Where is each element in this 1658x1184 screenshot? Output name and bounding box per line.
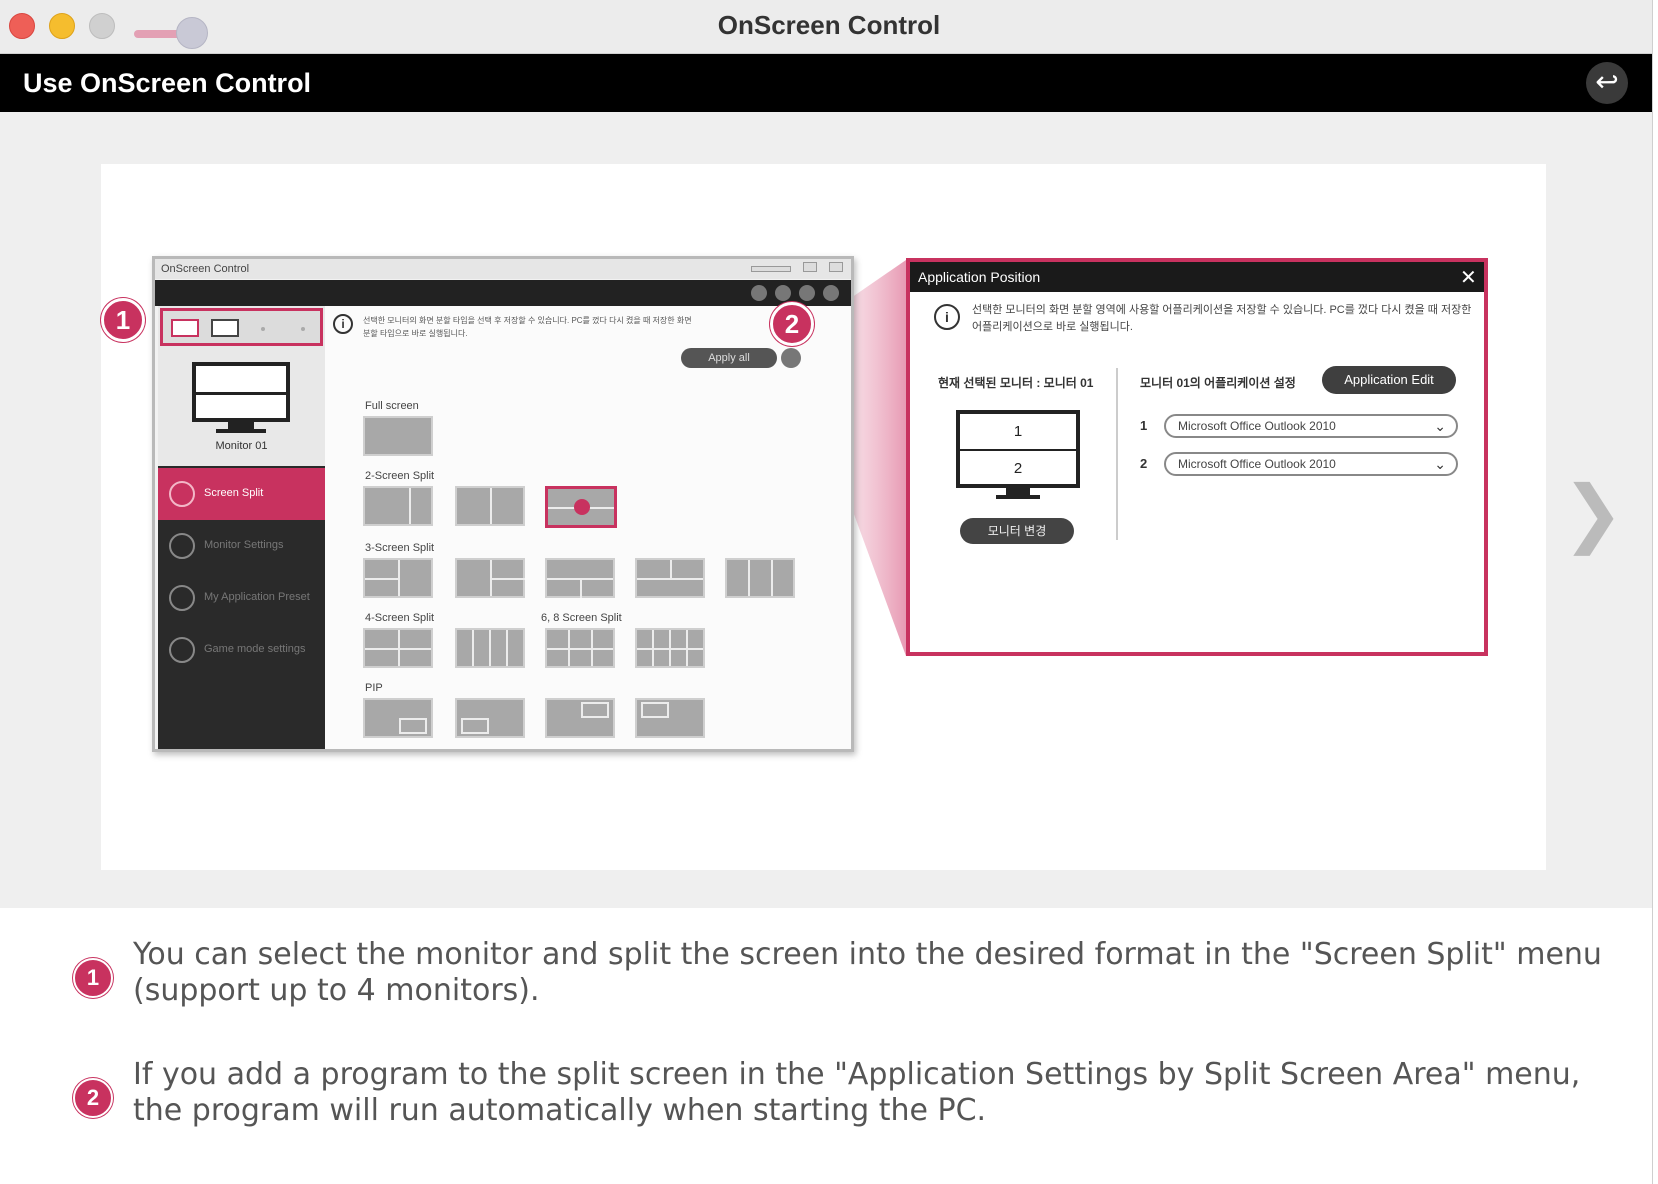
mini-app-window: OnScreen Control Monitor 01 Screen Split… [152, 256, 854, 752]
description-text-2: If you add a program to the split screen… [133, 1057, 1581, 1128]
menu-game-mode-settings: Game mode settings [158, 624, 325, 676]
monitor-2-icon [211, 319, 239, 337]
gamepad-icon [169, 637, 195, 663]
layout-tile [363, 558, 433, 598]
mini-gear-icon [823, 285, 839, 301]
mini-slider [751, 266, 791, 272]
mini-sidebar: Monitor 01 Screen Split Monitor Settings… [158, 306, 325, 749]
description-badge-2: 2 [73, 1078, 113, 1118]
app-select-2: Microsoft Office Outlook 2010 ⌄ [1164, 452, 1458, 476]
app-select-1: Microsoft Office Outlook 2010 ⌄ [1164, 414, 1458, 438]
monitor-1-icon [171, 319, 199, 337]
change-monitor-button: 모니터 변경 [960, 518, 1074, 544]
chevron-down-icon: ⌄ [1434, 456, 1446, 472]
mini-info-text: 선택한 모니터의 화면 분할 타입을 선택 후 저장할 수 있습니다. PC를 … [363, 316, 692, 338]
mini-titlebar: OnScreen Control [155, 259, 851, 279]
monitor-split-line [196, 392, 286, 395]
callout-badge-2: 2 [770, 302, 814, 346]
window-edge [1652, 0, 1658, 1184]
section-4-screen: 4-Screen Split [365, 612, 435, 624]
section-full-screen: Full screen [365, 400, 419, 412]
next-page-button[interactable]: ❯ [1562, 470, 1624, 556]
menu-monitor-settings: Monitor Settings [158, 520, 325, 572]
layout-tile [635, 698, 705, 738]
layout-tile [363, 486, 433, 526]
section-pip: PIP [365, 682, 383, 694]
app-settings-label: 모니터 01의 어플리케이션 설정 [1140, 376, 1296, 390]
mini-restore-icon [803, 262, 817, 272]
layout-tile [455, 486, 525, 526]
application-position-dialog: Application Position ✕ i 선택한 모니터의 화면 분할 … [906, 258, 1488, 656]
monitor-4-dot [301, 327, 305, 331]
menu-label: Game mode settings [204, 643, 306, 655]
monitor-label: Monitor 01 [215, 440, 268, 452]
row-number: 1 [1140, 418, 1148, 433]
layout-tile [455, 628, 525, 668]
mini-display-icon [775, 285, 791, 301]
monitor-base [216, 429, 266, 433]
app-settings-icon [781, 348, 801, 368]
layout-tile [545, 558, 615, 598]
dialog-divider [1116, 368, 1118, 540]
section-3-screen: 3-Screen Split [365, 542, 435, 554]
info-icon: i [934, 304, 960, 330]
chevron-down-icon: ⌄ [1434, 418, 1446, 434]
monitor-preview [192, 362, 290, 422]
mini-toolbar [155, 280, 851, 306]
application-edit-button: Application Edit [1322, 366, 1456, 394]
layout-tile-selected [545, 486, 617, 528]
monitor-area-2: 2 [1013, 460, 1023, 477]
menu-my-application-preset: My Application Preset [158, 572, 325, 624]
monitor-settings-icon [169, 533, 195, 559]
menu-label: Screen Split [204, 487, 264, 499]
callout-badge-1: 1 [101, 298, 145, 342]
current-monitor-label: 현재 선택된 모니터 : 모니터 01 [938, 376, 1094, 390]
section-6-8-screen: 6, 8 Screen Split [541, 612, 622, 624]
select-value: Microsoft Office Outlook 2010 [1178, 419, 1336, 433]
layout-tile [455, 698, 525, 738]
monitor-diagram: 1 2 [956, 410, 1080, 488]
layout-tile [363, 628, 433, 668]
layout-tile [363, 698, 433, 738]
section-2-screen: 2-Screen Split [365, 470, 435, 482]
monitor-base [996, 495, 1040, 499]
layout-tile [363, 416, 433, 456]
description-badge-1: 1 [73, 958, 113, 998]
layout-tile [545, 628, 615, 668]
menu-label: Monitor Settings [204, 539, 284, 551]
mini-play-icon [799, 285, 815, 301]
apply-all-button: Apply all [681, 348, 777, 368]
mini-cursor-icon [751, 285, 767, 301]
layout-tile [635, 558, 705, 598]
dialog-header: Application Position ✕ [910, 262, 1484, 292]
mini-main-panel: i 선택한 모니터의 화면 분할 타입을 선택 후 저장할 수 있습니다. PC… [325, 306, 851, 749]
selected-marker-icon [574, 499, 590, 515]
monitor-area-1: 1 [1013, 423, 1023, 440]
layout-tile [635, 628, 705, 668]
select-value: Microsoft Office Outlook 2010 [1178, 457, 1336, 471]
layout-tile [725, 558, 795, 598]
layout-tile [545, 698, 615, 738]
screen-split-icon [169, 481, 195, 507]
close-icon: ✕ [1460, 267, 1477, 289]
monitor-3-dot [261, 327, 265, 331]
layout-tile [455, 558, 525, 598]
application-preset-icon [169, 585, 195, 611]
mini-close-icon [829, 262, 843, 272]
info-icon: i [333, 314, 353, 334]
monitor-selector [160, 308, 323, 346]
menu-label: My Application Preset [204, 591, 310, 603]
menu-screen-split: Screen Split [158, 468, 325, 520]
description-text-1: You can select the monitor and split the… [133, 937, 1602, 1008]
dialog-info-text: 선택한 모니터의 화면 분할 영역에 사용할 어플리케이션을 저장할 수 있습니… [972, 304, 1472, 333]
row-number: 2 [1140, 456, 1148, 471]
dialog-title: Application Position [918, 269, 1041, 285]
mini-app-title: OnScreen Control [161, 263, 250, 275]
mini-monitor-panel: Monitor 01 [158, 306, 325, 466]
